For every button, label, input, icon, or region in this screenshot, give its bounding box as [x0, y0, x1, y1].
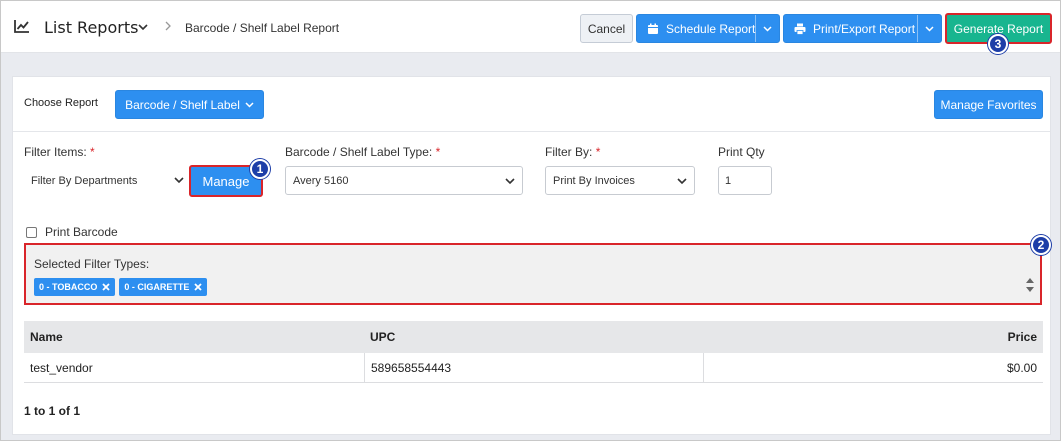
filter-tag[interactable]: 0 - TOBACCO [34, 278, 116, 296]
print-qty-input[interactable]: 1 [718, 166, 772, 195]
column-header-upc[interactable]: UPC [364, 321, 703, 353]
filter-tag[interactable]: 0 - CIGARETTE [119, 278, 208, 296]
label-type-value: Avery 5160 [293, 174, 349, 187]
cancel-button[interactable]: Cancel [580, 14, 633, 43]
filter-tag-label: 0 - CIGARETTE [124, 282, 190, 292]
choose-report-label: Choose Report [24, 97, 98, 109]
chevron-down-icon [174, 177, 184, 184]
chevron-down-icon [925, 25, 934, 32]
filter-tag-label: 0 - TOBACCO [39, 282, 98, 292]
filter-tags: 0 - TOBACCO 0 - CIGARETTE [34, 278, 208, 296]
print-export-button[interactable]: Print/Export Report [783, 14, 942, 43]
chevron-right-icon [165, 21, 171, 31]
filter-items-value: Filter By Departments [31, 174, 138, 187]
close-icon[interactable] [102, 283, 110, 291]
printer-icon [794, 23, 806, 35]
print-barcode-label: Print Barcode [45, 225, 118, 239]
column-header-price[interactable]: Price [703, 321, 1043, 353]
label-type-select[interactable]: Avery 5160 [285, 166, 523, 195]
schedule-report-button[interactable]: Schedule Report [636, 14, 780, 43]
chevron-down-icon[interactable] [137, 22, 149, 32]
selected-filters-box[interactable]: Selected Filter Types: 0 - TOBACCO 0 - C… [24, 243, 1042, 305]
breadcrumb-current: Barcode / Shelf Label Report [185, 21, 340, 35]
chevron-down-icon [245, 101, 254, 108]
divider [13, 131, 1050, 132]
required-mark: * [435, 145, 441, 159]
step-badge-2: 2 [1031, 235, 1051, 255]
table-header: Name UPC Price [24, 321, 1043, 353]
pagination-summary: 1 to 1 of 1 [24, 404, 81, 418]
step-badge-1: 1 [250, 159, 270, 179]
cell-name: test_vendor [30, 360, 93, 375]
chevron-down-icon [677, 178, 687, 185]
filter-by-value: Print By Invoices [553, 174, 635, 187]
label-type-text: Barcode / Shelf Label Type: [285, 145, 433, 159]
top-bar: List Reports Barcode / Shelf Label Repor… [1, 1, 1060, 54]
print-barcode-row[interactable]: Print Barcode [26, 225, 118, 239]
choose-report-dropdown[interactable]: Barcode / Shelf Label [115, 90, 264, 119]
report-card: Choose Report Barcode / Shelf Label Mana… [12, 76, 1051, 435]
required-mark: * [595, 145, 601, 159]
print-barcode-checkbox[interactable] [26, 226, 37, 238]
filter-by-label: Filter By: * [545, 145, 600, 159]
print-dropdown-toggle[interactable] [917, 15, 941, 42]
filter-items-label: Filter Items: * [24, 145, 95, 159]
filter-by-select[interactable]: Print By Invoices [545, 166, 695, 195]
scroll-arrows-icon[interactable] [1024, 275, 1036, 295]
selected-filters-title: Selected Filter Types: [34, 257, 150, 271]
chevron-down-icon [505, 178, 515, 185]
calendar-icon [648, 23, 658, 34]
results-table: Name UPC Price test_vendor 589658554443 … [24, 321, 1043, 383]
page-title[interactable]: List Reports [44, 18, 138, 37]
table-row[interactable]: test_vendor 589658554443 $0.00 [24, 353, 1043, 383]
filter-items-text: Filter Items: [24, 145, 87, 159]
choose-report-value: Barcode / Shelf Label [125, 97, 240, 112]
chevron-down-icon [763, 25, 772, 32]
filter-by-text: Filter By: [545, 145, 593, 159]
cell-upc: 589658554443 [364, 353, 703, 382]
schedule-dropdown-toggle[interactable] [755, 15, 779, 42]
label-type-label: Barcode / Shelf Label Type: * [285, 145, 440, 159]
filter-items-select[interactable]: Filter By Departments [24, 166, 191, 195]
print-qty-label: Print Qty [718, 145, 765, 159]
step-badge-3: 3 [988, 34, 1008, 54]
close-icon[interactable] [194, 283, 202, 291]
manage-favorites-button[interactable]: Manage Favorites [934, 90, 1043, 119]
schedule-report-label: Schedule Report [666, 21, 756, 36]
required-mark: * [90, 145, 95, 159]
print-export-label: Print/Export Report [813, 21, 916, 36]
cell-price: $0.00 [703, 353, 1043, 382]
line-chart-icon [14, 20, 29, 33]
column-header-name[interactable]: Name [24, 321, 364, 353]
